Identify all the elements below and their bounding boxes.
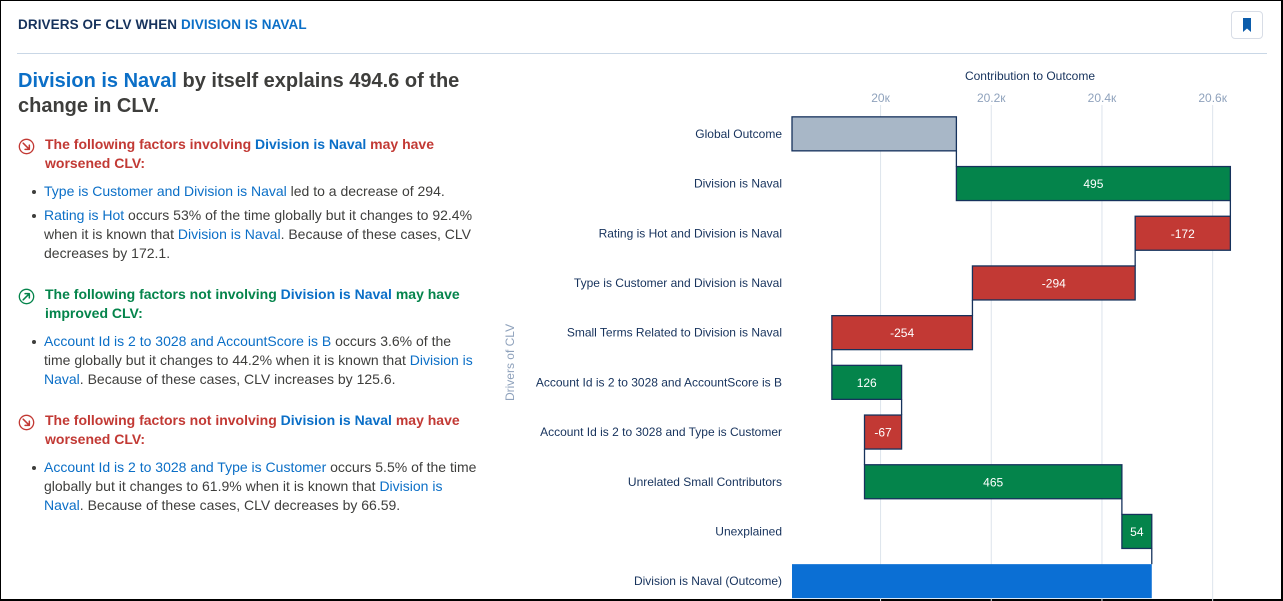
waterfall-bar (792, 564, 1152, 599)
factor-section: The following factors involving Division… (18, 135, 478, 263)
bar-value-label: 126 (857, 376, 877, 390)
section-heading: The following factors not involving Divi… (18, 285, 478, 323)
factor-list-item: Account Id is 2 to 3028 and AccountScore… (32, 332, 478, 389)
factor-section: The following factors not involving Divi… (18, 285, 478, 389)
factor-list: Account Id is 2 to 3028 and AccountScore… (18, 332, 478, 389)
arrow-down-right-circle-icon (18, 414, 35, 431)
card-title-highlight: DIVISION IS NAVAL (181, 17, 307, 32)
bar-value-label: 465 (983, 475, 1003, 489)
factor-section: The following factors not involving Divi… (18, 411, 478, 515)
section-heading-highlight: Division is Naval (280, 412, 392, 428)
summary-headline: Division is Naval by itself explains 494… (18, 69, 478, 119)
factor-link[interactable]: Division is Naval (178, 226, 281, 242)
waterfall-chart: Contribution to Outcome 20к 20.2к 20.4к 20.6… (503, 69, 1232, 601)
factor-link[interactable]: Account Id is 2 to 3028 and Type is Cust… (44, 459, 326, 475)
y-category-label: Account Id is 2 to 3028 and AccountScore… (536, 375, 782, 389)
bar-value-label: -172 (1171, 227, 1195, 241)
section-heading-prefix: The following factors not involving (45, 286, 281, 302)
y-category-label: Rating is Hot and Division is Naval (599, 226, 782, 240)
bar-value-label: -67 (874, 426, 892, 440)
summary-headline-highlight: Division is Naval (18, 70, 177, 92)
section-heading-highlight: Division is Naval (280, 286, 392, 302)
factor-list-item: Rating is Hot occurs 53% of the time glo… (32, 206, 478, 263)
section-heading: The following factors not involving Divi… (18, 411, 478, 449)
bar-value-label: 495 (1083, 177, 1103, 191)
arrow-down-right-circle-icon (18, 138, 35, 155)
factor-link[interactable]: Rating is Hot (44, 207, 124, 223)
section-heading-highlight: Division is Naval (255, 136, 367, 152)
factor-text: . Because of these cases, CLV increases … (79, 371, 396, 387)
y-category-label: Division is Naval (694, 177, 782, 191)
arrow-up-right-circle-icon (18, 288, 35, 305)
insight-card: DRIVERS OF CLV WHEN DIVISION IS NAVAL Di… (0, 0, 1283, 601)
card-header: DRIVERS OF CLV WHEN DIVISION IS NAVAL (17, 1, 1267, 54)
y-category-label: Small Terms Related to Division is Naval (567, 326, 782, 340)
x-axis-title: Contribution to Outcome (965, 69, 1095, 83)
y-category-label: Division is Naval (Outcome) (634, 574, 782, 588)
section-heading-prefix: The following factors not involving (45, 412, 281, 428)
y-axis-title: Drivers of CLV (503, 324, 517, 401)
factor-text: led to a decrease of 294. (286, 183, 445, 199)
bookmark-button[interactable] (1231, 11, 1263, 39)
insight-text-panel: Division is Naval by itself explains 494… (18, 69, 478, 520)
factor-list: Type is Customer and Division is Naval l… (18, 182, 478, 263)
x-tick-label: 20.4к (1088, 91, 1117, 105)
factor-list-item: Account Id is 2 to 3028 and Type is Cust… (32, 458, 478, 515)
factor-text: . Because of these cases, CLV decreases … (79, 497, 401, 513)
y-category-label: Unrelated Small Contributors (628, 475, 782, 489)
card-title: DRIVERS OF CLV WHEN DIVISION IS NAVAL (18, 17, 307, 32)
x-tick-label: 20к (871, 91, 890, 105)
bar-value-label: -294 (1042, 276, 1066, 290)
factor-list: Account Id is 2 to 3028 and Type is Cust… (18, 458, 478, 515)
factor-sections: The following factors involving Division… (18, 135, 478, 515)
bookmark-icon (1243, 18, 1251, 32)
y-category-label: Global Outcome (695, 127, 782, 141)
section-heading-prefix: The following factors involving (45, 136, 256, 152)
card-title-prefix: DRIVERS OF CLV WHEN (18, 17, 182, 32)
y-category-label: Type is Customer and Division is Naval (574, 276, 782, 290)
factor-list-item: Type is Customer and Division is Naval l… (32, 182, 478, 201)
factor-link[interactable]: Type is Customer and Division is Naval (44, 183, 287, 199)
x-tick-label: 20.2к (977, 91, 1006, 105)
section-heading: The following factors involving Division… (18, 135, 478, 173)
factor-link[interactable]: Account Id is 2 to 3028 and AccountScore… (44, 333, 331, 349)
bar-value-label: -254 (890, 326, 914, 340)
y-category-label: Account Id is 2 to 3028 and Type is Cust… (540, 425, 782, 439)
y-category-label: Unexplained (715, 524, 782, 538)
x-tick-label: 20.6к (1198, 91, 1227, 105)
waterfall-bar (791, 116, 958, 152)
bar-value-label: 54 (1130, 525, 1144, 539)
